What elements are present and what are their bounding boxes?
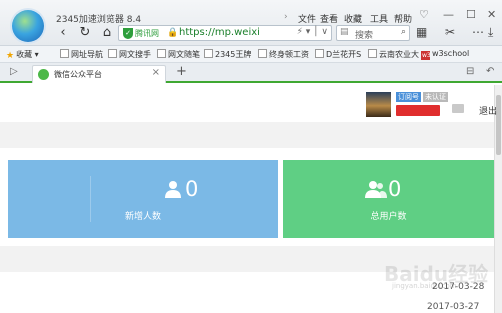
address-bar[interactable]: ✓ 腾讯网 🔒 https://mp.weixi ⚡ ▾ │ ∨ xyxy=(118,25,332,41)
page-scrollbar[interactable] xyxy=(494,85,502,313)
new-users-card[interactable]: 0 新增人数 xyxy=(8,160,278,238)
menu-help[interactable]: 帮助 xyxy=(394,12,412,25)
shield-icon: ✓ xyxy=(123,28,133,39)
browser-logo-icon xyxy=(12,10,44,42)
tab-list-icon[interactable]: ⊟ xyxy=(466,66,474,77)
menu-favorites[interactable]: 收藏 xyxy=(344,12,362,25)
bookmark-favorites[interactable]: ★ 收藏 ▾ xyxy=(6,49,39,61)
bookmark-item[interactable]: 终身顿工资 xyxy=(258,49,309,60)
browser-name: 2345加速浏览器 8.4 xyxy=(56,15,142,25)
menu-tools[interactable]: 工具 xyxy=(370,12,388,25)
page-icon xyxy=(60,49,69,58)
search-box[interactable]: ▤ 搜索 ⌕ xyxy=(336,25,410,41)
page-icon xyxy=(315,49,324,58)
cut-icon[interactable]: ✂ xyxy=(445,25,455,39)
back-icon[interactable]: ‹ xyxy=(56,26,70,40)
new-tab-button[interactable]: + xyxy=(176,64,187,79)
menu-more-icon[interactable]: › xyxy=(284,12,288,22)
skin-icon[interactable]: ♡ xyxy=(419,8,429,21)
verification-badge: 未认证 xyxy=(423,92,448,102)
account-type-badge: 订阅号 xyxy=(396,92,421,102)
browser-title-bar: 2345加速浏览器 8.4 文件 查看 收藏 工具 帮助 › ♡ — ☐ ✕ ‹… xyxy=(0,0,502,46)
date-label: 2017-03-27 xyxy=(427,302,480,312)
page-icon xyxy=(204,49,213,58)
tab-wechat[interactable]: 微信公众平台 × xyxy=(32,65,166,83)
bookmark-item[interactable]: 网址导航 xyxy=(60,49,103,60)
tab-title: 微信公众平台 xyxy=(54,70,102,79)
page-icon xyxy=(368,49,377,58)
sidebar-toggle-icon[interactable]: ▷ xyxy=(10,66,18,77)
users-icon xyxy=(365,181,387,198)
lock-icon: 🔒 xyxy=(167,28,179,38)
home-icon[interactable]: ⌂ xyxy=(100,26,114,40)
page-icon xyxy=(258,49,267,58)
refresh-icon[interactable]: ↻ xyxy=(78,26,92,40)
extensions-icon[interactable]: ▦ xyxy=(416,25,427,39)
bookmark-item[interactable]: w3w3school xyxy=(421,49,469,60)
search-icon[interactable]: ⌕ xyxy=(401,27,406,37)
secure-site-label: 腾讯网 xyxy=(135,29,159,38)
total-users-card[interactable]: 0 总用户数 xyxy=(283,160,494,238)
download-icon[interactable]: ⤓ xyxy=(488,25,493,40)
undo-close-icon[interactable]: ↶ xyxy=(486,66,494,77)
bookmark-item[interactable]: 网文搜手 xyxy=(108,49,151,60)
w3school-icon: w3 xyxy=(421,51,431,60)
url-text[interactable]: https://mp.weixi xyxy=(179,27,260,38)
bookmark-item[interactable]: D兰花开S xyxy=(315,49,361,60)
maximize-icon[interactable]: ☐ xyxy=(466,8,476,21)
minimize-icon[interactable]: — xyxy=(443,8,454,21)
total-users-label: 总用户数 xyxy=(370,212,407,222)
tab-bar: ▷ 微信公众平台 × + ⊟ ↶ xyxy=(0,63,502,83)
user-icon xyxy=(165,181,181,198)
page-icon xyxy=(108,49,117,58)
more-tools-icon[interactable]: ⋯ xyxy=(472,25,484,39)
logout-link[interactable]: 退出 xyxy=(479,104,497,117)
bookmark-item[interactable]: 2345王牌 xyxy=(204,49,251,60)
star-icon: ★ xyxy=(6,51,15,61)
account-name-redacted xyxy=(396,105,440,116)
mail-icon[interactable] xyxy=(452,104,464,113)
close-window-icon[interactable]: ✕ xyxy=(487,8,496,21)
bookmark-item[interactable]: 云南农业大 xyxy=(368,49,419,60)
document-icon: ▤ xyxy=(340,27,349,37)
close-tab-icon[interactable]: × xyxy=(152,67,160,78)
account-avatar[interactable] xyxy=(366,92,391,117)
bookmark-item[interactable]: 网文随笔 xyxy=(157,49,200,60)
page-icon xyxy=(157,49,166,58)
menu-file[interactable]: 文件 xyxy=(298,12,316,25)
baidu-watermark-url: jingyan.baidu.com xyxy=(392,282,457,290)
new-users-count: 0 xyxy=(185,177,199,201)
wechat-icon xyxy=(38,69,49,80)
menu-view[interactable]: 查看 xyxy=(320,12,338,25)
total-users-count: 0 xyxy=(388,177,402,201)
search-placeholder: 搜索 xyxy=(355,31,374,41)
bookmarks-bar: ★ 收藏 ▾ 网址导航 网文搜手 网文随笔 2345王牌 终身顿工资 D兰花开S … xyxy=(0,46,502,63)
section-header-band xyxy=(0,122,494,148)
new-users-label: 新增人数 xyxy=(124,212,161,222)
address-tools-icon[interactable]: ⚡ ▾ │ ∨ xyxy=(297,27,328,37)
